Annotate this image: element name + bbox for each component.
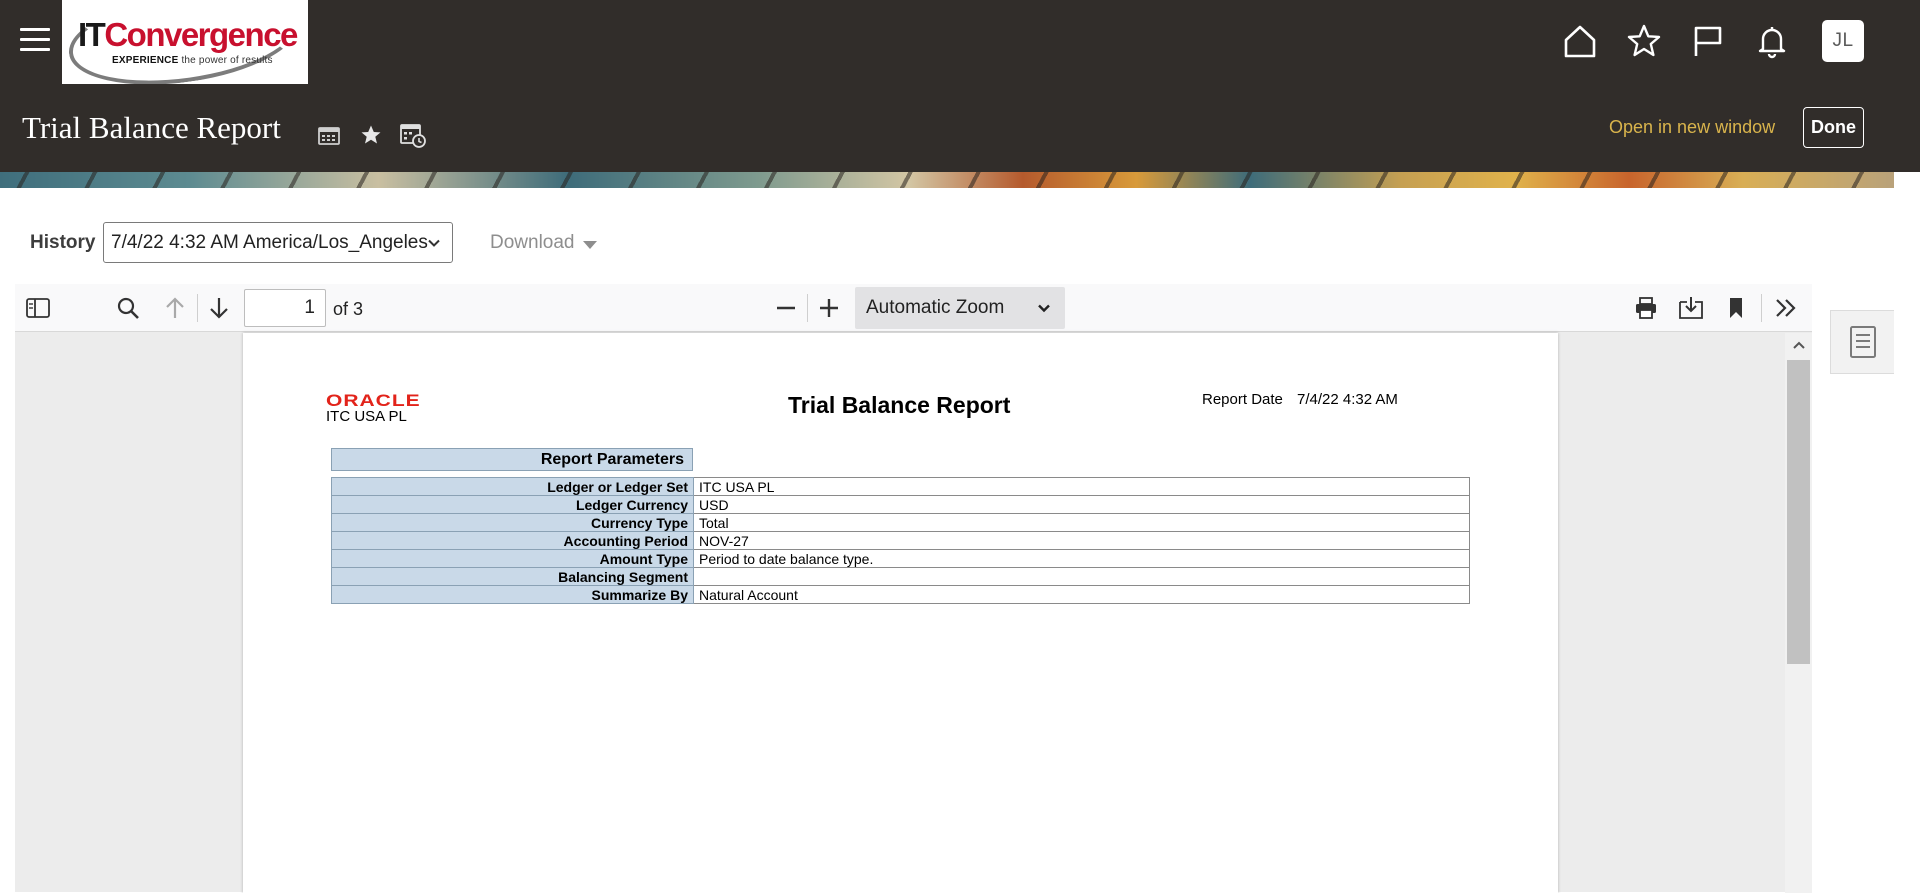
toolbar-divider <box>807 294 808 322</box>
param-value: ITC USA PL <box>693 477 1470 496</box>
side-panel-document-icon[interactable] <box>1830 310 1894 374</box>
vertical-scrollbar[interactable] <box>1785 333 1812 893</box>
title-actions <box>314 120 440 150</box>
history-select[interactable]: 7/4/22 4:32 AM America/Los_Angeles <box>103 222 453 263</box>
zoom-in-icon[interactable] <box>813 292 845 324</box>
zoom-select[interactable]: Automatic Zoom <box>855 287 1065 329</box>
page-number-input[interactable]: 1 <box>244 289 326 327</box>
history-label: History <box>30 232 96 253</box>
toolbar-divider <box>1761 294 1762 322</box>
param-value <box>693 567 1470 586</box>
done-button[interactable]: Done <box>1803 107 1864 148</box>
logo-tagline: EXPERIENCE the power of results <box>112 55 273 66</box>
caret-down-icon <box>582 240 597 249</box>
table-row: Accounting Period NOV-27 <box>331 531 1470 550</box>
param-label: Currency Type <box>331 513 694 532</box>
chevron-down-icon <box>428 239 440 247</box>
save-download-icon[interactable] <box>1675 292 1707 324</box>
avatar[interactable]: JL <box>1822 20 1864 62</box>
next-page-icon[interactable] <box>203 292 235 324</box>
flag-icon[interactable] <box>1688 21 1728 61</box>
previous-page-icon[interactable] <box>159 292 191 324</box>
global-actions: JL <box>1536 20 1864 62</box>
bookmark-icon[interactable] <box>1720 292 1752 324</box>
scroll-up-icon[interactable] <box>1785 333 1812 357</box>
history-selected-value: 7/4/22 4:32 AM America/Los_Angeles <box>111 231 428 253</box>
sidebar-toggle-icon[interactable] <box>22 292 54 324</box>
star-icon[interactable] <box>1624 21 1664 61</box>
table-row: Balancing Segment <box>331 567 1470 586</box>
table-row: Ledger or Ledger Set ITC USA PL <box>331 477 1470 496</box>
page-title: Trial Balance Report <box>22 110 281 145</box>
report-title: Trial Balance Report <box>788 392 1011 418</box>
download-label: Download <box>490 232 575 253</box>
toolbar-divider <box>197 294 198 322</box>
report-date-value: 7/4/22 4:32 AM <box>1297 391 1398 408</box>
zoom-out-icon[interactable] <box>770 292 802 324</box>
report-parameters-table: Ledger or Ledger Set ITC USA PL Ledger Cu… <box>331 477 1470 604</box>
param-value: Total <box>693 513 1470 532</box>
table-row: Currency Type Total <box>331 513 1470 532</box>
table-row: Summarize By Natural Account <box>331 585 1470 604</box>
table-row: Ledger Currency USD <box>331 495 1470 514</box>
open-in-new-window-link[interactable]: Open in new window <box>1609 117 1775 138</box>
param-value: USD <box>693 495 1470 514</box>
decorative-banner <box>0 172 1894 188</box>
report-date-label: Report Date <box>1202 391 1283 408</box>
table-row: Amount Type Period to date balance type. <box>331 549 1470 568</box>
report-company: ITC USA PL <box>326 408 407 425</box>
param-value: NOV-27 <box>693 531 1470 550</box>
print-icon[interactable] <box>1630 292 1662 324</box>
param-label: Ledger Currency <box>331 495 694 514</box>
param-value: Period to date balance type. <box>693 549 1470 568</box>
pdf-toolbar: 1 of 3 Automatic Zoom <box>15 284 1812 332</box>
favorite-star-icon[interactable] <box>356 120 386 150</box>
download-menu[interactable]: Download <box>490 232 597 254</box>
top-bar: ITConvergence EXPERIENCE the power of re… <box>0 0 1920 172</box>
param-label: Ledger or Ledger Set <box>331 477 694 496</box>
param-label: Accounting Period <box>331 531 694 550</box>
param-label: Summarize By <box>331 585 694 604</box>
bell-icon[interactable] <box>1752 21 1792 61</box>
page-count: of 3 <box>333 299 364 319</box>
schedule-report-icon[interactable] <box>314 120 344 150</box>
home-icon[interactable] <box>1560 21 1600 61</box>
search-icon[interactable] <box>112 292 144 324</box>
param-label: Amount Type <box>331 549 694 568</box>
param-label: Balancing Segment <box>331 567 694 586</box>
more-tools-icon[interactable] <box>1770 292 1802 324</box>
zoom-value: Automatic Zoom <box>866 297 1005 318</box>
company-logo[interactable]: ITConvergence EXPERIENCE the power of re… <box>62 0 308 84</box>
calendar-clock-icon[interactable] <box>398 120 428 150</box>
logo-wordmark: ITConvergence <box>78 16 298 53</box>
hamburger-menu-icon[interactable] <box>20 28 50 54</box>
param-value: Natural Account <box>693 585 1470 604</box>
report-parameters-heading: Report Parameters <box>331 448 693 471</box>
chevron-down-icon <box>1038 304 1050 313</box>
scrollbar-thumb[interactable] <box>1787 360 1810 664</box>
